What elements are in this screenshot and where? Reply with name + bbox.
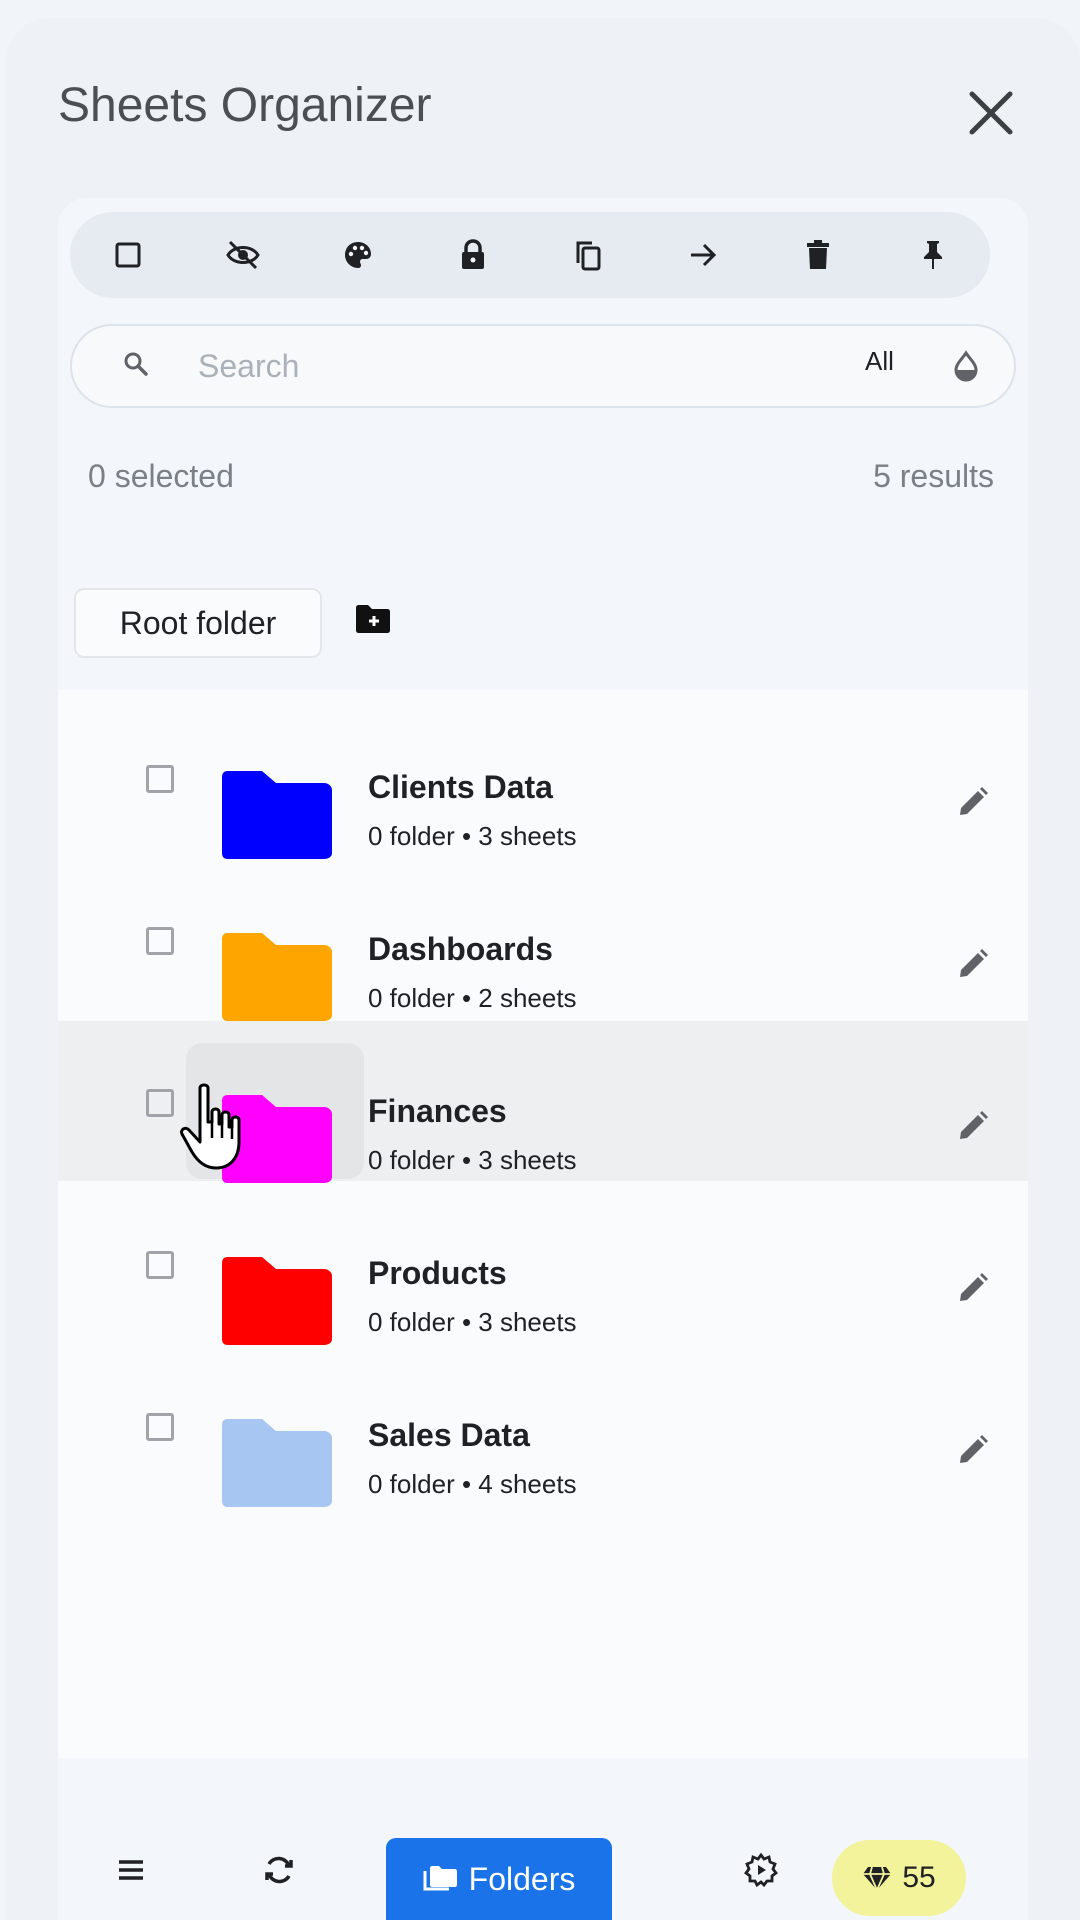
edit-pencil-icon[interactable]	[958, 1111, 988, 1141]
search-icon	[124, 352, 148, 376]
folder-row[interactable]: Clients Data 0 folder • 3 sheets	[58, 697, 1028, 859]
folder-meta: 0 folder • 3 sheets	[368, 821, 577, 851]
copy-icon	[576, 241, 600, 271]
tab-folders[interactable]: Folders	[386, 1838, 612, 1920]
folder-checkbox[interactable]	[146, 1089, 174, 1117]
folder-checkbox[interactable]	[146, 1413, 174, 1441]
folder-icon	[222, 771, 332, 859]
results-count: 5 results	[873, 458, 994, 494]
sync-icon	[265, 1856, 293, 1884]
close-button[interactable]	[958, 80, 1024, 146]
page-title: Sheets Organizer	[58, 79, 432, 132]
bottom-nav: Folders 55	[58, 1828, 1028, 1920]
diamond-icon	[863, 1866, 892, 1891]
close-icon	[969, 91, 1013, 135]
eye-off-icon	[225, 240, 260, 270]
folder-name: Products	[368, 1255, 507, 1291]
folder-icon	[222, 933, 332, 1021]
edit-pencil-icon[interactable]	[958, 1273, 988, 1303]
checkbox-square-icon	[115, 242, 140, 268]
root-folder-button[interactable]: Root folder	[74, 588, 322, 658]
edit-pencil-icon[interactable]	[958, 787, 988, 817]
folder-checkbox[interactable]	[146, 765, 174, 793]
sync-button[interactable]	[244, 1828, 314, 1912]
folder-list: Clients Data 0 folder • 3 sheets Dashboard…	[58, 690, 1028, 1758]
copy-button[interactable]	[560, 227, 616, 283]
hide-button[interactable]	[215, 227, 271, 283]
filter-all-toggle[interactable]: All	[865, 346, 894, 377]
menu-button[interactable]	[96, 1828, 166, 1912]
folder-meta: 0 folder • 3 sheets	[368, 1307, 577, 1337]
credits-badge[interactable]: 55	[832, 1840, 966, 1916]
folder-meta: 0 folder • 4 sheets	[368, 1469, 577, 1499]
arrow-right-icon	[690, 243, 716, 267]
select-all-button[interactable]	[100, 227, 156, 283]
color-button[interactable]	[330, 227, 386, 283]
palette-icon	[344, 242, 371, 268]
lock-button[interactable]	[445, 227, 501, 283]
folder-name: Dashboards	[368, 931, 553, 967]
settings-button[interactable]	[726, 1828, 796, 1912]
folder-row[interactable]: Dashboards 0 folder • 2 sheets	[58, 859, 1028, 1021]
folder-icon	[222, 1257, 332, 1345]
folder-checkbox[interactable]	[146, 1251, 174, 1279]
folder-name: Sales Data	[368, 1417, 530, 1453]
folder-name: Finances	[368, 1093, 507, 1129]
lock-icon	[461, 239, 484, 269]
selected-count: 0 selected	[88, 458, 234, 494]
folder-icon	[222, 1095, 332, 1183]
folder-checkbox[interactable]	[146, 927, 174, 955]
folder-icon	[222, 1419, 332, 1507]
search-bar: All	[70, 324, 1016, 408]
folder-row[interactable]: Finances 0 folder • 3 sheets	[58, 1021, 1028, 1183]
folder-name: Clients Data	[368, 769, 553, 805]
menu-icon	[119, 1860, 143, 1880]
folder-row[interactable]: Sales Data 0 folder • 4 sheets	[58, 1345, 1028, 1507]
settings-icon	[744, 1853, 778, 1887]
action-toolbar	[70, 212, 990, 298]
move-button[interactable]	[675, 227, 731, 283]
pin-button[interactable]	[905, 227, 961, 283]
edit-pencil-icon[interactable]	[958, 949, 988, 979]
folder-meta: 0 folder • 3 sheets	[368, 1145, 577, 1175]
delete-button[interactable]	[790, 227, 846, 283]
folder-meta: 0 folder • 2 sheets	[368, 983, 577, 1013]
edit-pencil-icon[interactable]	[958, 1435, 988, 1465]
folder-row[interactable]: Products 0 folder • 3 sheets	[58, 1183, 1028, 1345]
color-drop-icon[interactable]	[952, 350, 980, 382]
credits-value: 55	[902, 1861, 936, 1894]
search-input[interactable]	[196, 336, 760, 396]
pin-icon	[923, 241, 942, 269]
trash-icon	[806, 240, 829, 269]
tab-folders-label: Folders	[468, 1860, 576, 1897]
create-new-folder-icon[interactable]	[354, 604, 392, 634]
folders-icon	[423, 1866, 457, 1891]
